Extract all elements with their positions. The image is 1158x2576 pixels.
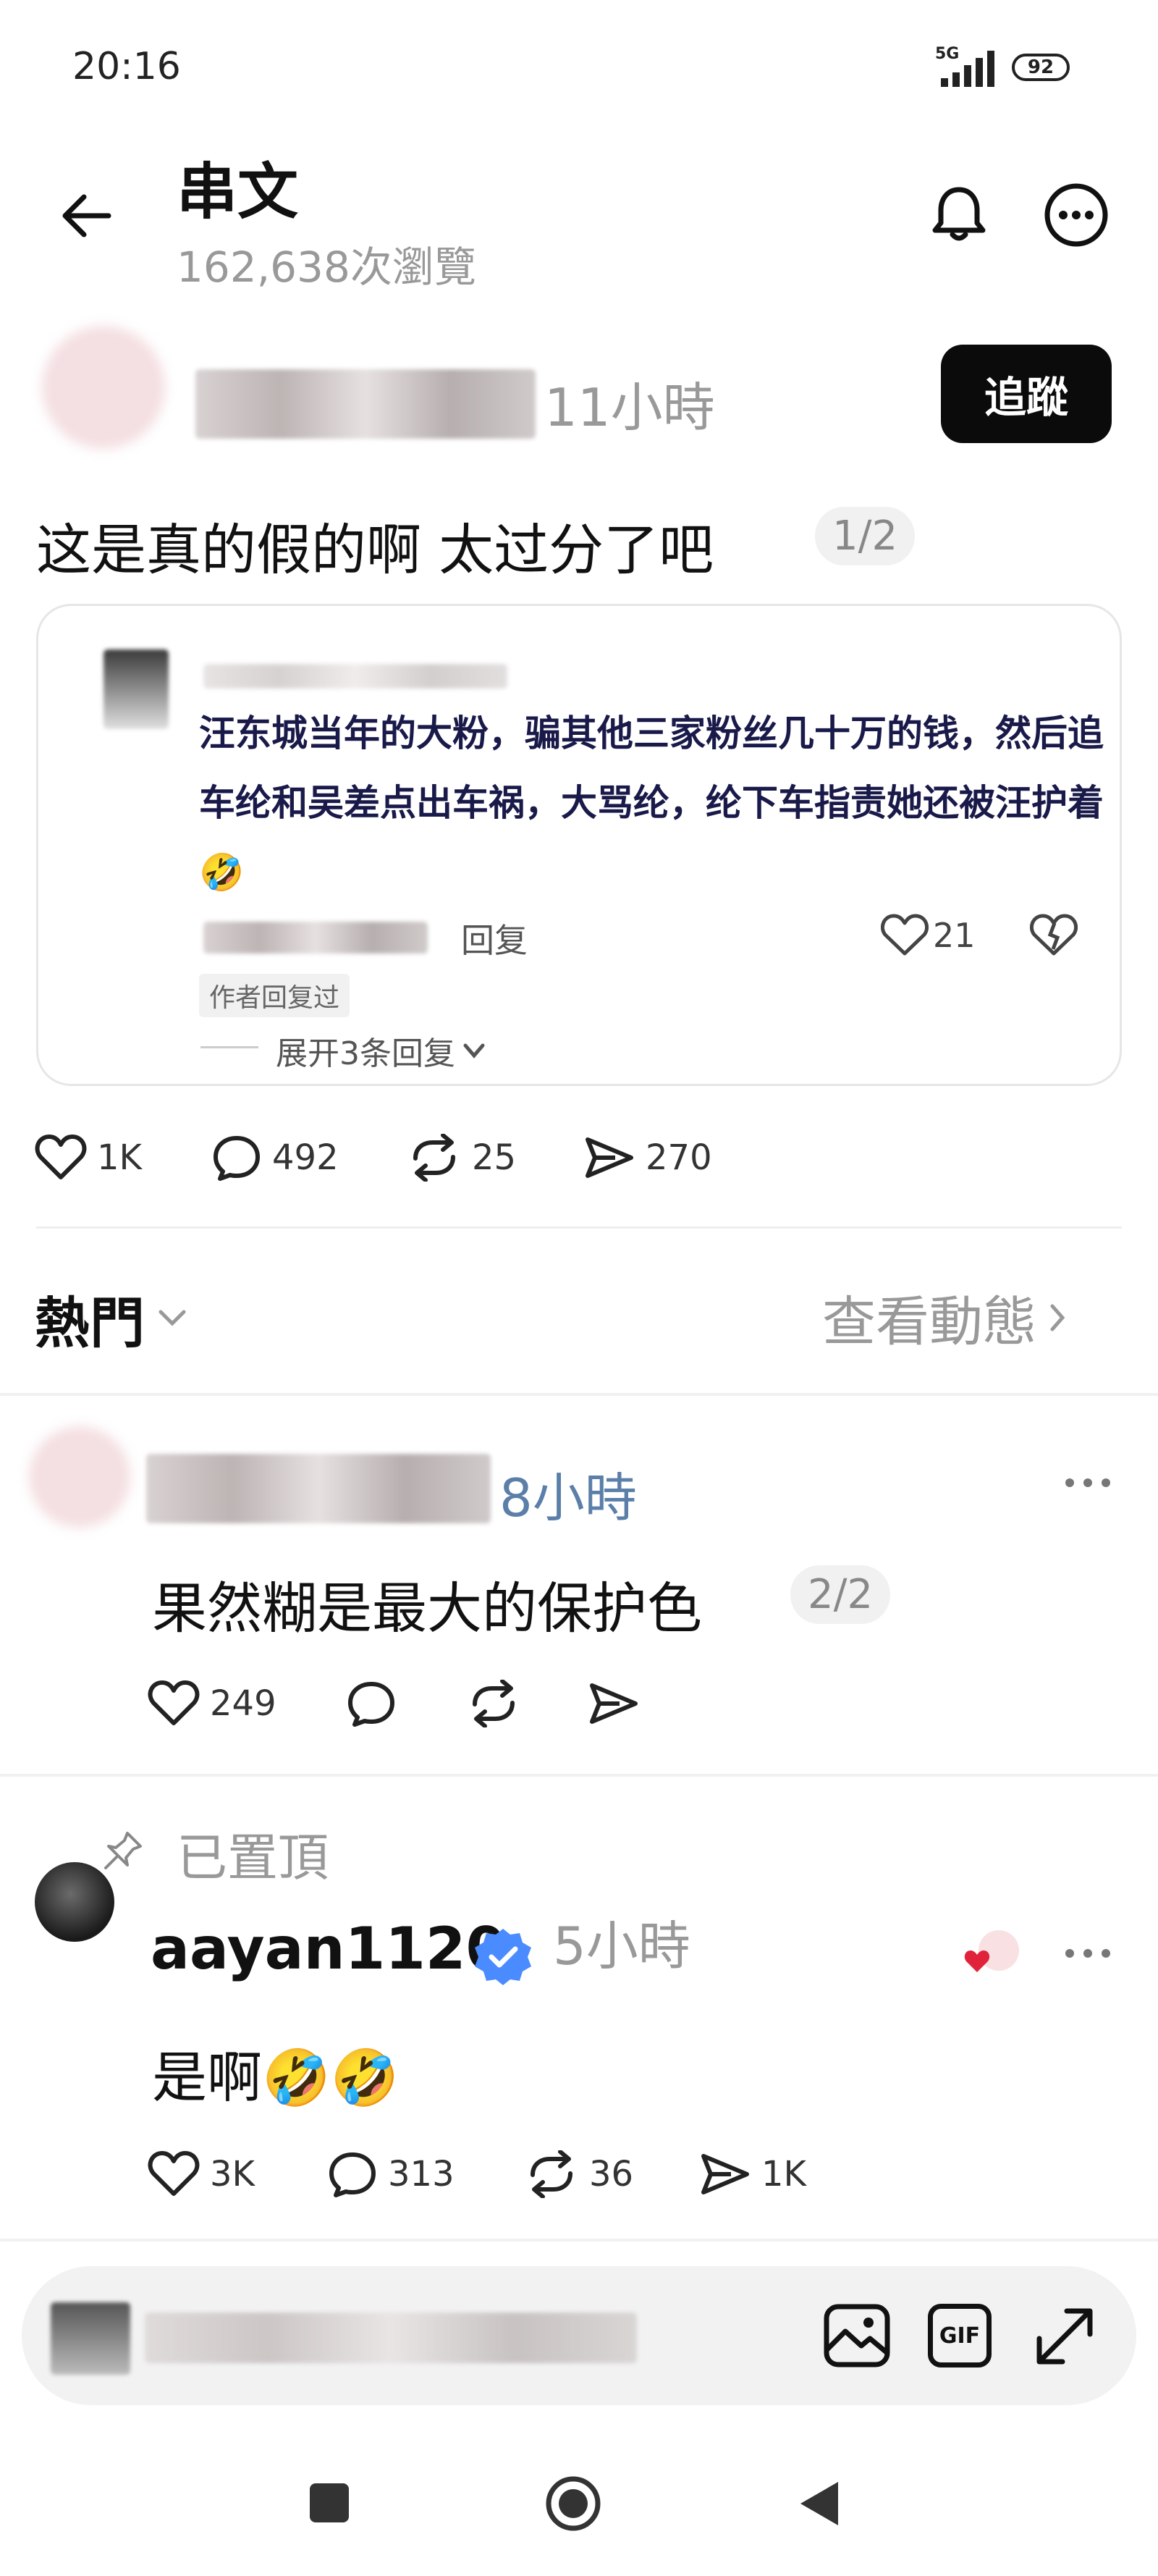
repost-icon xyxy=(413,1134,455,1182)
reply-time: 8小時 xyxy=(499,1468,637,1528)
avatar[interactable] xyxy=(42,326,165,449)
heart-icon xyxy=(148,1680,200,1725)
comment-button[interactable]: 492 xyxy=(211,1134,339,1182)
embed-reply-label[interactable]: 回复 xyxy=(461,914,528,962)
nav-home-button[interactable] xyxy=(544,2475,602,2533)
reply-page-indicator: 2/2 xyxy=(790,1565,891,1624)
more-options-icon[interactable] xyxy=(1042,181,1110,249)
reply-share-count: 1K xyxy=(761,2154,807,2194)
comment-icon xyxy=(329,2152,376,2197)
reply-repost-count: 36 xyxy=(589,2154,634,2194)
image-icon[interactable] xyxy=(822,2302,892,2369)
chevron-down-icon xyxy=(463,1043,485,1058)
view-count: 162,638次瀏覽 xyxy=(177,243,476,292)
chevron-right-icon xyxy=(1050,1304,1065,1331)
embed-comment-text: 汪东城当年的大粉，骗其他三家粉丝几十万的钱，然后追车纶和吴差点出车祸，大骂纶，纶… xyxy=(199,712,1104,893)
reply-time: 5小時 xyxy=(553,1916,690,1977)
comment-icon xyxy=(348,1682,394,1727)
share-icon xyxy=(586,1137,633,1178)
reply-username[interactable]: aayan1120 xyxy=(151,1920,506,1978)
section-divider xyxy=(36,1226,1122,1229)
reply-comment-count: 313 xyxy=(388,2154,455,2194)
comment-icon xyxy=(214,1136,260,1181)
reply-share-button[interactable] xyxy=(588,1680,640,1727)
author-replied-badge: 作者回复过 xyxy=(199,974,350,1017)
embed-username-redacted xyxy=(203,664,507,689)
reply-share-button[interactable]: 1K xyxy=(699,2150,806,2198)
embed-like-count: 21 xyxy=(933,916,976,955)
reply-comment-button[interactable] xyxy=(346,1680,397,1727)
bell-icon[interactable] xyxy=(926,181,992,246)
share-icon xyxy=(701,2154,749,2194)
gif-label: GIF xyxy=(939,2323,981,2349)
share-count: 270 xyxy=(646,1137,712,1178)
section-divider xyxy=(0,1393,1158,1396)
section-divider xyxy=(0,2239,1158,2242)
heart-icon xyxy=(35,1135,87,1179)
reply-like-count: 249 xyxy=(210,1683,276,1724)
reply-more-icon[interactable] xyxy=(1064,1477,1112,1489)
embed-heart-icon[interactable] xyxy=(881,913,929,956)
embed-dislike-icon[interactable] xyxy=(1030,913,1078,956)
sort-dropdown[interactable]: 熱門 xyxy=(35,1279,188,1358)
reply-like-count: 3K xyxy=(210,2154,255,2194)
comment-count: 492 xyxy=(272,1137,339,1178)
author-liked-heart-icon xyxy=(958,1929,1023,1979)
post-text: 这是真的假的啊 太过分了吧 xyxy=(36,518,714,582)
composer-placeholder-redacted[interactable] xyxy=(145,2312,637,2363)
signal-icon xyxy=(941,49,999,87)
expand-divider xyxy=(200,1046,258,1048)
like-count: 1K xyxy=(97,1137,143,1178)
reply-more-icon[interactable] xyxy=(1064,1948,1112,1959)
reply-username-redacted[interactable] xyxy=(146,1454,491,1523)
battery-level: 92 xyxy=(1027,56,1055,78)
gif-button[interactable]: GIF xyxy=(928,2304,992,2367)
reply-composer[interactable]: GIF xyxy=(22,2266,1136,2405)
battery-icon: 92 xyxy=(1012,54,1070,81)
share-button[interactable]: 270 xyxy=(583,1134,712,1182)
verified-badge-icon xyxy=(472,1926,534,1988)
reply-text: 果然糊是最大的保护色 xyxy=(152,1576,702,1641)
embed-meta-redacted xyxy=(203,922,428,954)
embedded-screenshot-card[interactable]: 汪东城当年的大粉，骗其他三家粉丝几十万的钱，然后追车纶和吴差点出车祸，大骂纶，纶… xyxy=(36,604,1122,1086)
pin-icon xyxy=(101,1829,145,1872)
repost-count: 25 xyxy=(472,1137,517,1178)
expand-icon[interactable] xyxy=(1032,2304,1097,2369)
back-arrow-icon[interactable] xyxy=(58,187,116,245)
repost-icon xyxy=(473,1680,515,1727)
pinned-label: 已置頂 xyxy=(177,1828,329,1887)
chevron-down-icon xyxy=(159,1310,186,1326)
like-button[interactable]: 1K xyxy=(35,1134,142,1182)
status-time: 20:16 xyxy=(72,45,181,88)
sort-label: 熱門 xyxy=(35,1291,145,1355)
page-indicator: 1/2 xyxy=(815,507,916,565)
nav-recents-button[interactable] xyxy=(310,2483,349,2522)
repost-button[interactable]: 25 xyxy=(407,1134,516,1182)
expand-replies-link[interactable]: 展开3条回复 xyxy=(276,1027,487,1074)
follow-button[interactable]: 追蹤 xyxy=(941,345,1112,443)
embed-avatar xyxy=(103,649,169,729)
post-time: 11小時 xyxy=(544,377,715,438)
view-activity-link[interactable]: 查看動態 xyxy=(822,1279,1068,1356)
follow-button-label: 追蹤 xyxy=(984,373,1068,422)
repost-icon xyxy=(531,2150,572,2198)
expand-replies-label: 展开3条回复 xyxy=(276,1035,455,1072)
status-bar: 20:16 5G 92 xyxy=(0,0,1158,130)
page-title: 串文 xyxy=(177,156,299,227)
reply-repost-button[interactable]: 36 xyxy=(524,2150,633,2198)
reply-avatar[interactable] xyxy=(35,1862,114,1942)
share-icon xyxy=(590,1683,638,1724)
section-divider xyxy=(0,1774,1158,1777)
reply-like-button[interactable]: 3K xyxy=(148,2150,255,2198)
nav-back-button[interactable] xyxy=(796,2479,842,2528)
reply-avatar[interactable] xyxy=(29,1426,130,1528)
heart-icon xyxy=(148,2151,200,2196)
reply-text: 是啊🤣🤣 xyxy=(152,2045,400,2110)
reply-comment-button[interactable]: 313 xyxy=(327,2150,455,2198)
view-activity-label: 查看動態 xyxy=(822,1291,1036,1353)
reply-like-button[interactable]: 249 xyxy=(148,1680,276,1727)
composer-avatar xyxy=(51,2302,130,2375)
username-redacted[interactable] xyxy=(195,369,536,439)
reply-repost-button[interactable] xyxy=(466,1680,521,1727)
